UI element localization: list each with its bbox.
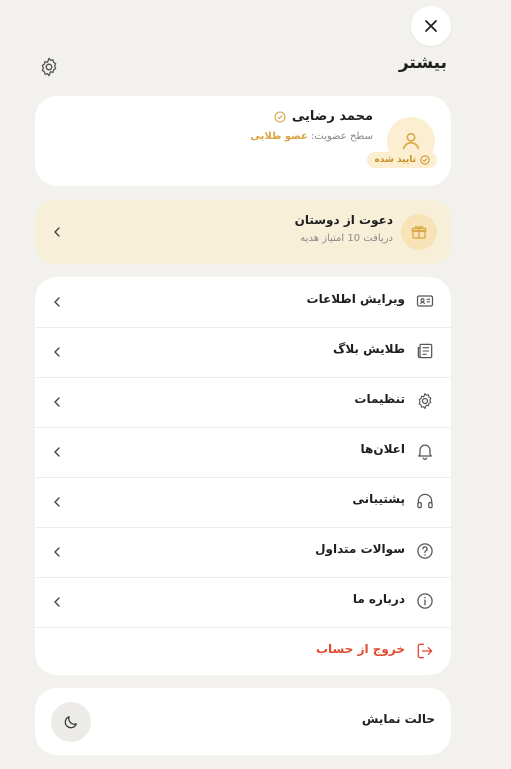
user-icon [402, 132, 420, 150]
verified-check-icon [274, 110, 286, 123]
theme-toggle-button[interactable] [51, 702, 91, 742]
menu-label: درباره ما [352, 592, 405, 606]
menu-card: ویرایش اطلاعات طلایش بلاگ تنظیمات اعلان‌… [35, 277, 451, 675]
membership-prefix: سطح عضویت: [311, 131, 373, 142]
menu-item-notifications[interactable]: اعلان‌ها [35, 427, 451, 478]
menu-label: پشتیبانی [352, 492, 405, 506]
chevron-left-icon [54, 597, 60, 607]
menu-item-about[interactable]: درباره ما [35, 577, 451, 628]
menu-item-edit-profile[interactable]: ویرایش اطلاعات [35, 277, 451, 328]
chevron-left-icon [54, 297, 60, 307]
logout-button[interactable]: خروج از حساب [35, 627, 451, 677]
membership-level: سطح عضویت: عضو طلایی [250, 131, 373, 142]
menu-label: ویرایش اطلاعات [306, 292, 405, 306]
menu-item-settings[interactable]: تنظیمات [35, 377, 451, 428]
verified-badge: تایید شده [367, 152, 437, 168]
user-name: محمد رضایی [291, 109, 373, 124]
logout-icon [417, 643, 433, 659]
display-mode-label: حالت نمایش [361, 712, 435, 726]
verified-check-icon [420, 155, 430, 165]
question-icon [417, 543, 433, 559]
close-button[interactable] [411, 6, 451, 46]
menu-item-support[interactable]: پشتیبانی [35, 477, 451, 528]
menu-item-blog[interactable]: طلایش بلاگ [35, 327, 451, 378]
gift-badge [401, 214, 437, 250]
settings-gear-icon[interactable] [38, 56, 60, 78]
headphones-icon [417, 493, 433, 509]
bell-icon [418, 444, 432, 460]
menu-label: تنظیمات [354, 392, 405, 406]
user-name-row: محمد رضایی [274, 109, 373, 124]
logout-label: خروج از حساب [315, 642, 405, 656]
display-mode-card: حالت نمایش [35, 688, 451, 755]
chevron-left-icon [54, 347, 60, 357]
newspaper-icon [417, 343, 433, 359]
verified-label: تایید شده [374, 155, 416, 165]
profile-card[interactable]: محمد رضایی سطح عضویت: عضو طلایی [35, 96, 451, 186]
menu-label: طلایش بلاگ [333, 342, 405, 356]
invite-title: دعوت از دوستان [294, 213, 393, 227]
menu-label: سوالات متداول [315, 542, 405, 556]
gift-icon [411, 225, 427, 239]
menu-item-faq[interactable]: سوالات متداول [35, 527, 451, 578]
info-icon [417, 593, 433, 609]
invite-friends-card[interactable]: دعوت از دوستان دریافت 10 امتیاز هدیه [35, 200, 451, 264]
close-icon [425, 20, 437, 32]
page-title: بیشتر [398, 53, 447, 73]
chevron-left-icon [54, 547, 60, 557]
id-card-icon [416, 295, 434, 307]
menu-label: اعلان‌ها [360, 442, 406, 456]
gear-icon [418, 392, 432, 410]
chevron-left-icon [54, 497, 60, 507]
chevron-left-icon [54, 397, 60, 407]
chevron-left-icon [54, 227, 60, 237]
membership-level-value: عضو طلایی [250, 131, 308, 142]
invite-subtitle: دریافت 10 امتیاز هدیه [300, 233, 393, 244]
chevron-left-icon [54, 447, 60, 457]
moon-icon [64, 716, 77, 729]
